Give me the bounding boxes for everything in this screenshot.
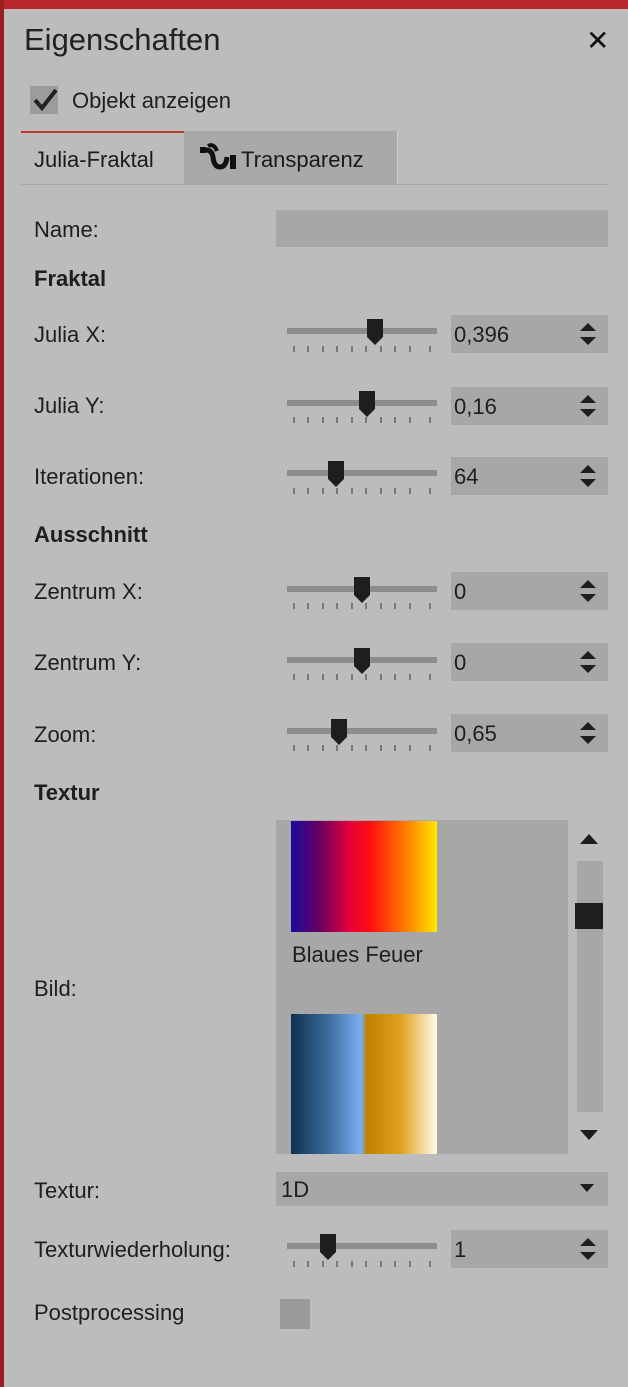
scroll-down-icon[interactable]: [580, 1130, 598, 1140]
julia-y-slider-ticks: [293, 417, 431, 423]
iterationen-slider[interactable]: [287, 470, 437, 476]
iterationen-slider-ticks: [293, 488, 431, 494]
tab-divider: [21, 184, 608, 185]
spin-arrows-icon[interactable]: [580, 395, 596, 417]
spin-arrows-icon[interactable]: [580, 465, 596, 487]
texturwiederholung-slider-thumb[interactable]: [320, 1234, 336, 1260]
properties-panel: Eigenschaften ✕ Objekt anzeigen Julia-Fr…: [0, 0, 628, 1387]
zentrum-y-slider-thumb[interactable]: [354, 648, 370, 674]
zoom-spinbox[interactable]: 0,65: [451, 714, 608, 752]
texture-thumbnail-blaues-feuer[interactable]: [291, 821, 437, 932]
section-fraktal: Fraktal: [34, 266, 107, 291]
zentrum-y-slider-ticks: [293, 674, 431, 680]
zoom-slider-ticks: [293, 745, 431, 751]
wave-icon: [200, 143, 236, 170]
tab-julia-fraktal[interactable]: Julia-Fraktal: [21, 131, 185, 185]
zentrum-x-slider-ticks: [293, 603, 431, 609]
spin-arrows-icon[interactable]: [580, 323, 596, 345]
checkmark-icon: [33, 88, 58, 112]
texturwiederholung-value[interactable]: 1: [454, 1237, 466, 1263]
zentrum-x-spinbox[interactable]: 0: [451, 572, 608, 610]
zoom-value[interactable]: 0,65: [454, 721, 497, 747]
texturwiederholung-slider[interactable]: [287, 1243, 437, 1249]
julia-x-spinbox[interactable]: 0,396: [451, 315, 608, 353]
section-ausschnitt: Ausschnitt: [34, 522, 148, 547]
scroll-up-icon[interactable]: [580, 834, 598, 844]
iterationen-label: Iterationen:: [34, 464, 145, 489]
show-object-label: Objekt anzeigen: [72, 88, 231, 113]
textur-mode-value: 1D: [281, 1177, 310, 1202]
spin-arrows-icon[interactable]: [580, 1238, 596, 1260]
bild-label: Bild:: [34, 976, 77, 1001]
zentrum-y-spinbox[interactable]: 0: [451, 643, 608, 681]
julia-y-value[interactable]: 0,16: [454, 394, 497, 420]
julia-y-spinbox[interactable]: 0,16: [451, 387, 608, 425]
julia-x-slider-ticks: [293, 346, 431, 352]
textur-mode-dropdown[interactable]: 1D: [276, 1172, 608, 1206]
julia-x-slider-thumb[interactable]: [367, 319, 383, 345]
spin-arrows-icon[interactable]: [580, 580, 596, 602]
iterationen-slider-thumb[interactable]: [328, 461, 344, 487]
scrollbar-track[interactable]: [577, 861, 603, 1112]
iterationen-spinbox[interactable]: 64: [451, 457, 608, 495]
textur-mode-label: Textur:: [34, 1178, 101, 1203]
tab-transparenz[interactable]: Transparenz: [184, 131, 398, 185]
postprocessing-checkbox[interactable]: [280, 1299, 310, 1329]
zoom-slider-thumb[interactable]: [331, 719, 347, 745]
zentrum-x-label: Zentrum X:: [34, 579, 143, 604]
texture-item-label[interactable]: Blaues Feuer: [292, 942, 423, 968]
texture-thumbnail-2[interactable]: [291, 1014, 437, 1154]
julia-x-slider[interactable]: [287, 328, 437, 334]
tab-julia-fraktal-label: Julia-Fraktal: [34, 147, 154, 172]
zentrum-x-value[interactable]: 0: [454, 579, 466, 605]
chevron-down-icon[interactable]: [580, 1184, 594, 1192]
spin-arrows-icon[interactable]: [580, 651, 596, 673]
zentrum-y-label: Zentrum Y:: [34, 650, 142, 675]
zoom-slider[interactable]: [287, 728, 437, 734]
postprocessing-label: Postprocessing: [34, 1300, 185, 1325]
spin-arrows-icon[interactable]: [580, 722, 596, 744]
zentrum-y-value[interactable]: 0: [454, 650, 466, 676]
show-object-checkbox[interactable]: [30, 86, 58, 114]
panel-left-accent: [0, 0, 4, 1387]
panel-top-accent: [0, 0, 628, 9]
texturwiederholung-label: Texturwiederholung:: [34, 1237, 231, 1262]
texturwiederholung-spinbox[interactable]: 1: [451, 1230, 608, 1268]
name-label: Name:: [34, 217, 99, 242]
panel-title: Eigenschaften: [24, 22, 221, 57]
julia-y-label: Julia Y:: [34, 393, 105, 418]
zentrum-x-slider-thumb[interactable]: [354, 577, 370, 603]
zoom-label: Zoom:: [34, 722, 97, 747]
julia-y-slider-thumb[interactable]: [359, 391, 375, 417]
julia-x-label: Julia X:: [34, 322, 107, 347]
scrollbar-thumb[interactable]: [575, 903, 603, 929]
name-input[interactable]: [276, 210, 608, 247]
tab-transparenz-label: Transparenz: [241, 147, 364, 172]
julia-x-value[interactable]: 0,396: [454, 322, 509, 348]
texturwiederholung-slider-ticks: [293, 1261, 431, 1267]
iterationen-value[interactable]: 64: [454, 464, 478, 490]
section-textur: Textur: [34, 780, 100, 805]
close-icon[interactable]: ✕: [586, 26, 609, 56]
